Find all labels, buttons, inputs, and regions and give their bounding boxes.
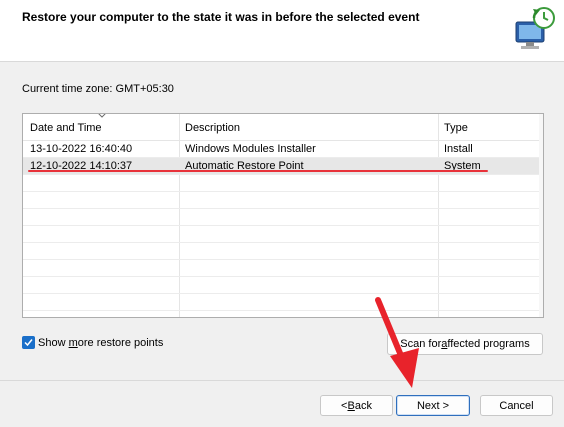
show-more-restore-points[interactable]: Show more restore points [22, 336, 163, 349]
show-more-checkbox[interactable] [22, 336, 35, 349]
row-type: Install [444, 143, 473, 155]
empty-row [23, 260, 539, 277]
column-header-date[interactable]: Date and Time [30, 122, 102, 134]
empty-row [23, 277, 539, 294]
restore-point-list[interactable]: Date and Time Description Type 13-10-202… [22, 113, 544, 318]
empty-row [23, 243, 539, 260]
empty-row [23, 192, 539, 209]
empty-row [23, 294, 539, 311]
checkmark-icon [24, 339, 33, 347]
row-date: 13-10-2022 16:40:40 [30, 143, 133, 155]
list-scrollbar[interactable] [539, 114, 543, 317]
empty-row [23, 209, 539, 226]
timezone-label: Current time zone: GMT+05:30 [22, 83, 174, 95]
footer-divider [0, 380, 564, 381]
list-header: Date and Time Description Type [23, 114, 543, 141]
page-title: Restore your computer to the state it wa… [22, 10, 420, 24]
table-row[interactable]: 13-10-2022 16:40:40 Windows Modules Inst… [23, 141, 539, 158]
sort-chevron-icon [98, 114, 106, 118]
row-description: Windows Modules Installer [185, 143, 316, 155]
column-header-type[interactable]: Type [444, 122, 468, 134]
back-button[interactable]: < Back [320, 395, 393, 416]
header-band: Restore your computer to the state it wa… [0, 0, 564, 62]
table-row-selected[interactable]: 12-10-2022 14:10:37 Automatic Restore Po… [23, 158, 539, 175]
empty-row [23, 226, 539, 243]
empty-row [23, 175, 539, 192]
next-button[interactable]: Next > [396, 395, 470, 416]
show-more-label: Show more restore points [38, 336, 164, 349]
annotation-underline [28, 170, 488, 172]
column-header-description[interactable]: Description [185, 122, 240, 134]
annotation-arrow-icon [375, 297, 419, 388]
system-restore-icon [515, 7, 555, 49]
cancel-button[interactable]: Cancel [480, 395, 553, 416]
